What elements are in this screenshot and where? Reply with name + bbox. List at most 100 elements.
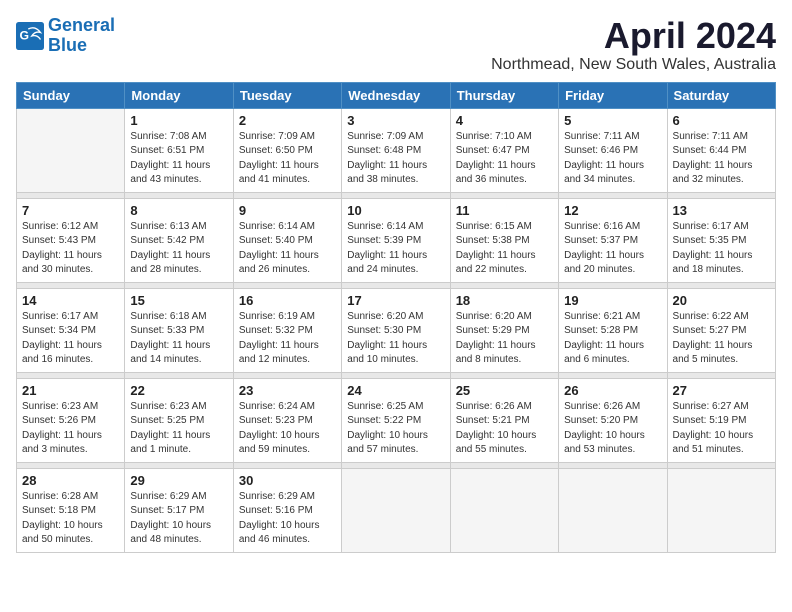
day-detail: Sunrise: 6:24 AMSunset: 5:23 PMDaylight:… bbox=[239, 400, 336, 458]
day-detail: Sunrise: 6:20 AMSunset: 5:29 PMDaylight:… bbox=[456, 310, 553, 368]
weekday-header-wednesday: Wednesday bbox=[342, 82, 450, 108]
day-number: 30 bbox=[239, 473, 336, 488]
day-cell: 13 Sunrise: 6:17 AMSunset: 5:35 PMDayligh… bbox=[667, 198, 775, 282]
day-number: 8 bbox=[130, 203, 227, 218]
day-cell: 30 Sunrise: 6:29 AMSunset: 5:16 PMDayligh… bbox=[233, 468, 341, 552]
day-number: 26 bbox=[564, 383, 661, 398]
day-cell: 27 Sunrise: 6:27 AMSunset: 5:19 PMDayligh… bbox=[667, 378, 775, 462]
day-cell: 12 Sunrise: 6:16 AMSunset: 5:37 PMDayligh… bbox=[559, 198, 667, 282]
day-cell bbox=[667, 468, 775, 552]
week-row-1: 1 Sunrise: 7:08 AMSunset: 6:51 PMDaylight… bbox=[17, 108, 776, 192]
day-cell: 28 Sunrise: 6:28 AMSunset: 5:18 PMDayligh… bbox=[17, 468, 125, 552]
day-detail: Sunrise: 6:14 AMSunset: 5:39 PMDaylight:… bbox=[347, 220, 444, 278]
logo-icon: G bbox=[16, 22, 44, 50]
day-number: 9 bbox=[239, 203, 336, 218]
day-number: 12 bbox=[564, 203, 661, 218]
day-cell: 29 Sunrise: 6:29 AMSunset: 5:17 PMDayligh… bbox=[125, 468, 233, 552]
day-detail: Sunrise: 6:19 AMSunset: 5:32 PMDaylight:… bbox=[239, 310, 336, 368]
day-number: 29 bbox=[130, 473, 227, 488]
day-number: 1 bbox=[130, 113, 227, 128]
day-number: 22 bbox=[130, 383, 227, 398]
day-number: 14 bbox=[22, 293, 119, 308]
day-detail: Sunrise: 6:28 AMSunset: 5:18 PMDaylight:… bbox=[22, 490, 119, 548]
day-detail: Sunrise: 6:18 AMSunset: 5:33 PMDaylight:… bbox=[130, 310, 227, 368]
title-block: April 2024 Northmead, New South Wales, A… bbox=[491, 16, 776, 74]
day-detail: Sunrise: 6:15 AMSunset: 5:38 PMDaylight:… bbox=[456, 220, 553, 278]
day-cell: 15 Sunrise: 6:18 AMSunset: 5:33 PMDayligh… bbox=[125, 288, 233, 372]
day-number: 21 bbox=[22, 383, 119, 398]
weekday-header-friday: Friday bbox=[559, 82, 667, 108]
day-number: 28 bbox=[22, 473, 119, 488]
day-detail: Sunrise: 6:25 AMSunset: 5:22 PMDaylight:… bbox=[347, 400, 444, 458]
day-detail: Sunrise: 7:09 AMSunset: 6:48 PMDaylight:… bbox=[347, 130, 444, 188]
day-detail: Sunrise: 6:26 AMSunset: 5:21 PMDaylight:… bbox=[456, 400, 553, 458]
logo-line1: General bbox=[48, 15, 115, 35]
day-cell: 8 Sunrise: 6:13 AMSunset: 5:42 PMDaylight… bbox=[125, 198, 233, 282]
day-cell bbox=[559, 468, 667, 552]
day-number: 13 bbox=[673, 203, 770, 218]
logo-line2: Blue bbox=[48, 35, 87, 55]
day-number: 16 bbox=[239, 293, 336, 308]
day-detail: Sunrise: 7:11 AMSunset: 6:46 PMDaylight:… bbox=[564, 130, 661, 188]
day-detail: Sunrise: 6:14 AMSunset: 5:40 PMDaylight:… bbox=[239, 220, 336, 278]
day-cell: 25 Sunrise: 6:26 AMSunset: 5:21 PMDayligh… bbox=[450, 378, 558, 462]
day-cell: 18 Sunrise: 6:20 AMSunset: 5:29 PMDayligh… bbox=[450, 288, 558, 372]
day-detail: Sunrise: 6:23 AMSunset: 5:26 PMDaylight:… bbox=[22, 400, 119, 458]
day-detail: Sunrise: 6:17 AMSunset: 5:34 PMDaylight:… bbox=[22, 310, 119, 368]
day-cell: 7Sunrise: 6:12 AMSunset: 5:43 PMDaylight… bbox=[17, 198, 125, 282]
day-cell: 21 Sunrise: 6:23 AMSunset: 5:26 PMDayligh… bbox=[17, 378, 125, 462]
day-number: 18 bbox=[456, 293, 553, 308]
day-detail: Sunrise: 7:09 AMSunset: 6:50 PMDaylight:… bbox=[239, 130, 336, 188]
day-number: 17 bbox=[347, 293, 444, 308]
weekday-header-thursday: Thursday bbox=[450, 82, 558, 108]
day-detail: Sunrise: 6:23 AMSunset: 5:25 PMDaylight:… bbox=[130, 400, 227, 458]
day-cell: 16 Sunrise: 6:19 AMSunset: 5:32 PMDayligh… bbox=[233, 288, 341, 372]
week-row-5: 28 Sunrise: 6:28 AMSunset: 5:18 PMDayligh… bbox=[17, 468, 776, 552]
day-cell: 3 Sunrise: 7:09 AMSunset: 6:48 PMDaylight… bbox=[342, 108, 450, 192]
day-detail: Sunrise: 6:29 AMSunset: 5:16 PMDaylight:… bbox=[239, 490, 336, 548]
day-number: 3 bbox=[347, 113, 444, 128]
day-cell: 4 Sunrise: 7:10 AMSunset: 6:47 PMDaylight… bbox=[450, 108, 558, 192]
day-number: 11 bbox=[456, 203, 553, 218]
day-number: 2 bbox=[239, 113, 336, 128]
day-detail: Sunrise: 6:20 AMSunset: 5:30 PMDaylight:… bbox=[347, 310, 444, 368]
day-number: 25 bbox=[456, 383, 553, 398]
day-detail: Sunrise: 6:16 AMSunset: 5:37 PMDaylight:… bbox=[564, 220, 661, 278]
day-detail: Sunrise: 6:21 AMSunset: 5:28 PMDaylight:… bbox=[564, 310, 661, 368]
day-number: 4 bbox=[456, 113, 553, 128]
day-cell: 6 Sunrise: 7:11 AMSunset: 6:44 PMDaylight… bbox=[667, 108, 775, 192]
svg-text:G: G bbox=[20, 28, 30, 42]
day-number: 15 bbox=[130, 293, 227, 308]
day-cell: 22 Sunrise: 6:23 AMSunset: 5:25 PMDayligh… bbox=[125, 378, 233, 462]
day-cell bbox=[342, 468, 450, 552]
day-detail: Sunrise: 7:11 AMSunset: 6:44 PMDaylight:… bbox=[673, 130, 770, 188]
day-number: 27 bbox=[673, 383, 770, 398]
day-detail: Sunrise: 6:17 AMSunset: 5:35 PMDaylight:… bbox=[673, 220, 770, 278]
week-row-2: 7Sunrise: 6:12 AMSunset: 5:43 PMDaylight… bbox=[17, 198, 776, 282]
day-cell: 11 Sunrise: 6:15 AMSunset: 5:38 PMDayligh… bbox=[450, 198, 558, 282]
day-number: 6 bbox=[673, 113, 770, 128]
day-detail: Sunrise: 6:29 AMSunset: 5:17 PMDaylight:… bbox=[130, 490, 227, 548]
day-detail: Sunrise: 7:10 AMSunset: 6:47 PMDaylight:… bbox=[456, 130, 553, 188]
day-cell bbox=[17, 108, 125, 192]
location: Northmead, New South Wales, Australia bbox=[491, 56, 776, 74]
day-number: 19 bbox=[564, 293, 661, 308]
day-detail: Sunrise: 6:13 AMSunset: 5:42 PMDaylight:… bbox=[130, 220, 227, 278]
weekday-header-row: SundayMondayTuesdayWednesdayThursdayFrid… bbox=[17, 82, 776, 108]
day-detail: Sunrise: 7:08 AMSunset: 6:51 PMDaylight:… bbox=[130, 130, 227, 188]
calendar-table: SundayMondayTuesdayWednesdayThursdayFrid… bbox=[16, 82, 776, 553]
day-cell: 24Sunrise: 6:25 AMSunset: 5:22 PMDayligh… bbox=[342, 378, 450, 462]
weekday-header-monday: Monday bbox=[125, 82, 233, 108]
day-detail: Sunrise: 6:22 AMSunset: 5:27 PMDaylight:… bbox=[673, 310, 770, 368]
logo: G General Blue bbox=[16, 16, 115, 56]
day-cell: 23Sunrise: 6:24 AMSunset: 5:23 PMDayligh… bbox=[233, 378, 341, 462]
weekday-header-tuesday: Tuesday bbox=[233, 82, 341, 108]
logo-text: General Blue bbox=[48, 16, 115, 56]
day-cell: 2 Sunrise: 7:09 AMSunset: 6:50 PMDaylight… bbox=[233, 108, 341, 192]
day-number: 10 bbox=[347, 203, 444, 218]
weekday-header-saturday: Saturday bbox=[667, 82, 775, 108]
day-number: 20 bbox=[673, 293, 770, 308]
page-header: G General Blue April 2024 Northmead, New… bbox=[16, 16, 776, 74]
day-detail: Sunrise: 6:12 AMSunset: 5:43 PMDaylight:… bbox=[22, 220, 119, 278]
day-detail: Sunrise: 6:27 AMSunset: 5:19 PMDaylight:… bbox=[673, 400, 770, 458]
